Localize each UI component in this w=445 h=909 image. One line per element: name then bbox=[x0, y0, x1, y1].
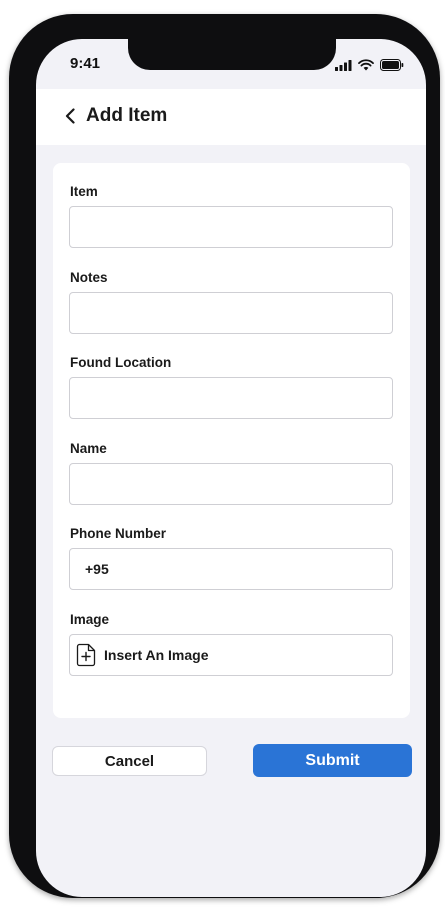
status-icons bbox=[335, 58, 404, 76]
item-label: Item bbox=[70, 184, 98, 199]
nav-header: Add Item bbox=[36, 89, 426, 145]
image-label: Image bbox=[70, 612, 110, 627]
phone-number-input[interactable] bbox=[69, 548, 393, 590]
status-time: 9:41 bbox=[70, 55, 101, 72]
page-title: Add Item bbox=[86, 105, 168, 126]
insert-image-label: Insert An Image bbox=[104, 647, 209, 663]
screen: 9:41 Add Item Item Notes Found Location … bbox=[36, 39, 426, 897]
found-location-input[interactable] bbox=[69, 377, 393, 419]
wifi-icon bbox=[358, 58, 374, 76]
add-file-icon bbox=[76, 643, 96, 667]
cancel-button[interactable]: Cancel bbox=[52, 746, 207, 776]
insert-image-button[interactable]: Insert An Image bbox=[69, 634, 393, 676]
phone-frame: 9:41 Add Item Item Notes Found Location … bbox=[9, 14, 440, 898]
name-input[interactable] bbox=[69, 463, 393, 505]
chevron-left-icon bbox=[65, 108, 75, 124]
notes-label: Notes bbox=[70, 270, 108, 285]
submit-button[interactable]: Submit bbox=[253, 744, 412, 777]
phone-number-label: Phone Number bbox=[70, 526, 167, 541]
name-label: Name bbox=[70, 441, 107, 456]
back-button[interactable] bbox=[58, 103, 82, 129]
found-location-label: Found Location bbox=[70, 355, 172, 370]
item-input[interactable] bbox=[69, 206, 393, 248]
notch bbox=[128, 39, 336, 70]
cellular-signal-icon bbox=[335, 58, 352, 76]
battery-icon bbox=[380, 58, 404, 76]
add-item-form: Item Notes Found Location Name Phone Num… bbox=[53, 163, 410, 718]
notes-input[interactable] bbox=[69, 292, 393, 334]
